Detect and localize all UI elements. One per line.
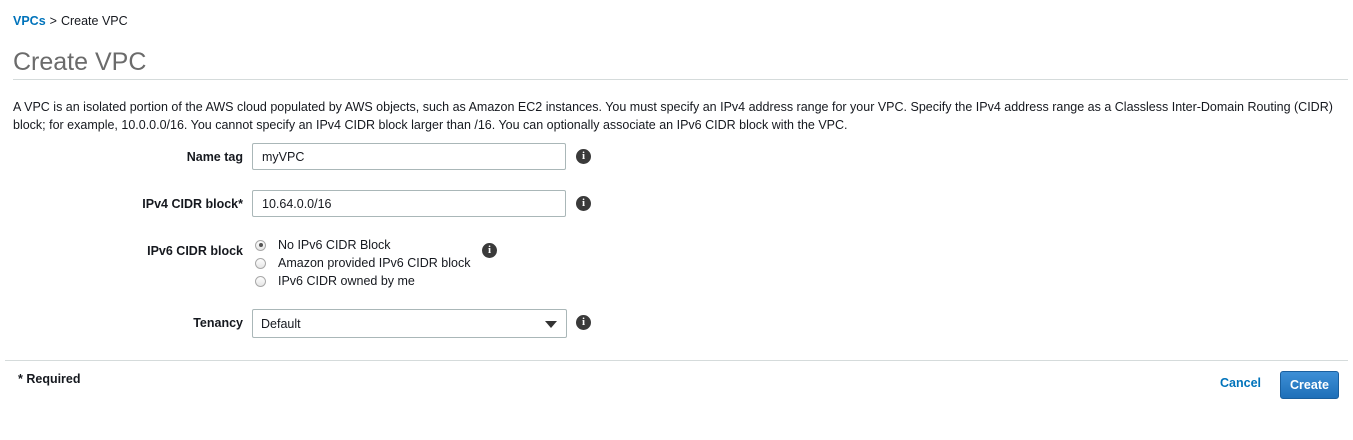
cancel-button[interactable]: Cancel [1220,376,1261,390]
radio-button-selected[interactable] [255,239,266,251]
caret-down-icon [545,321,557,328]
page-title: Create VPC [13,48,147,76]
tenancy-select[interactable]: Default [252,309,567,338]
info-circle-icon[interactable]: i [576,315,591,330]
footer-divider [5,360,1348,361]
breadcrumb-vpcs-link[interactable]: VPCs [13,14,46,28]
info-circle-icon[interactable]: i [576,196,591,211]
radio-option-label: No IPv6 CIDR Block [278,238,391,252]
radio-option-label: Amazon provided IPv6 CIDR block [278,256,471,270]
breadcrumb-separator: > [49,14,57,28]
page-description: A VPC is an isolated portion of the AWS … [13,100,1333,132]
info-circle-icon[interactable]: i [482,243,497,258]
ipv4-cidr-input[interactable] [252,190,566,217]
breadcrumb-current: Create VPC [60,14,128,28]
ipv4-cidr-label: IPv4 CIDR block* [142,197,243,211]
radio-button[interactable] [255,275,266,287]
ipv6-cidr-label: IPv6 CIDR block [147,244,243,258]
radio-button[interactable] [255,257,266,269]
info-circle-icon[interactable]: i [576,149,591,164]
radio-option-label: IPv6 CIDR owned by me [278,274,415,288]
tenancy-selected-value: Default [261,317,301,331]
create-button[interactable]: Create [1280,371,1339,399]
radio-option-amazon-ipv6[interactable]: Amazon provided IPv6 CIDR block [255,255,470,271]
breadcrumb: VPCs > Create VPC [13,14,128,28]
required-note: * Required [18,372,81,386]
tenancy-label: Tenancy [193,316,243,330]
radio-option-no-ipv6[interactable]: No IPv6 CIDR Block [255,237,391,253]
radio-option-owned-ipv6[interactable]: IPv6 CIDR owned by me [255,273,415,289]
name-tag-label: Name tag [186,150,243,164]
name-tag-input[interactable] [252,143,566,170]
title-divider [13,79,1348,80]
